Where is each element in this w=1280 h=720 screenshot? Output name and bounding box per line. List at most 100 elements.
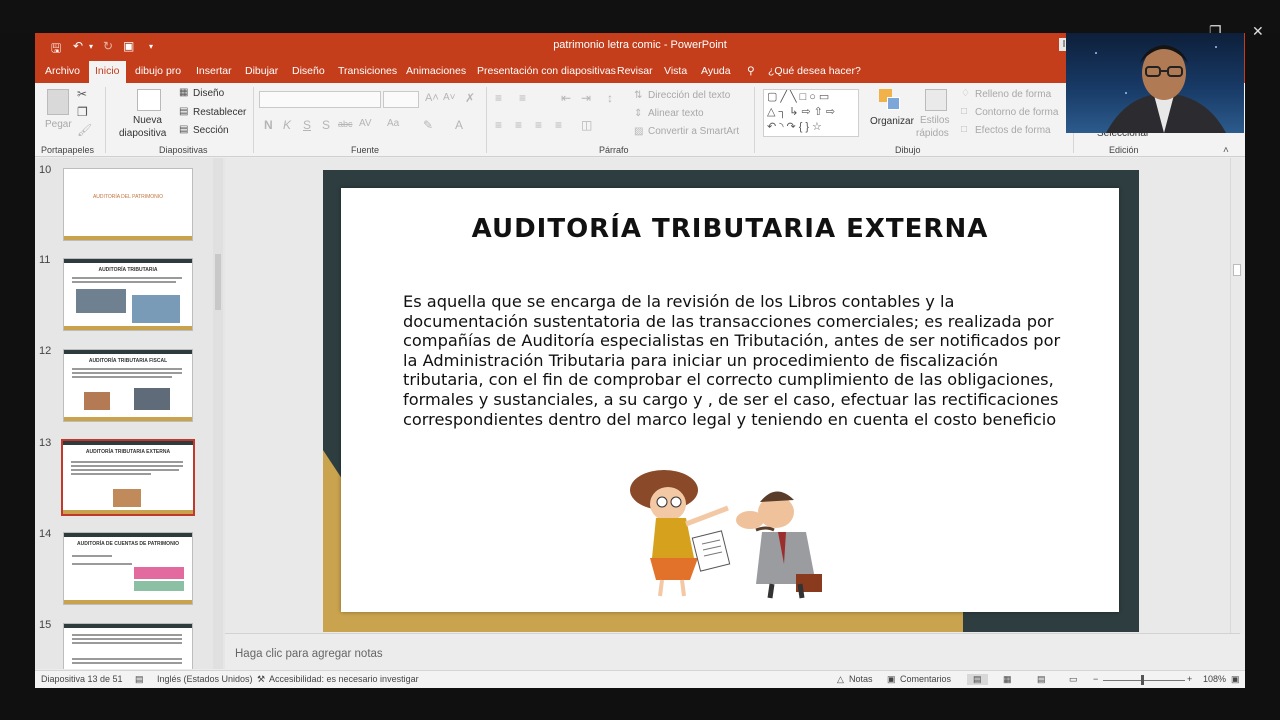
shape-effects-button[interactable]: Efectos de forma <box>975 125 1051 136</box>
tab-presentacion[interactable]: Presentación con diapositivas <box>477 65 616 77</box>
numbering-icon[interactable]: ≡ <box>519 91 526 105</box>
shape-fill-button[interactable]: Relleno de forma <box>975 89 1051 100</box>
layout-icon: ▦ <box>179 87 189 98</box>
underline-icon[interactable]: S <box>303 118 311 132</box>
auditors-illustration[interactable] <box>616 468 846 603</box>
notes-icon: △ <box>837 674 844 684</box>
tab-revisar[interactable]: Revisar <box>617 65 653 77</box>
zoom-out-icon[interactable]: − <box>1093 674 1098 684</box>
smartart-button[interactable]: Convertir a SmartArt <box>648 126 739 137</box>
cut-icon[interactable]: ✂ <box>77 87 87 101</box>
slideshow-icon[interactable]: ▭ <box>1069 674 1078 685</box>
tab-inicio[interactable]: Inicio <box>89 61 126 83</box>
tab-ayuda[interactable]: Ayuda <box>701 65 731 77</box>
font-size-combo[interactable] <box>383 91 419 108</box>
align-center-icon[interactable]: ≡ <box>515 118 522 132</box>
accessibility-status[interactable]: Accesibilidad: es necesario investigar <box>269 674 419 684</box>
tab-transiciones[interactable]: Transiciones <box>338 65 397 77</box>
copy-icon[interactable]: ❐ <box>77 105 88 119</box>
char-spacing-icon[interactable]: AV <box>359 118 372 129</box>
slide-thumbnail-selected[interactable]: AUDITORÍA TRIBUTARIA EXTERNA <box>61 439 195 516</box>
slide-thumbnail[interactable]: AUDITORÍA TRIBUTARIA FISCAL <box>63 349 193 422</box>
webcam-overlay <box>1066 33 1244 133</box>
layout-button[interactable]: Diseño <box>193 88 224 99</box>
notes-pane[interactable]: Haga clic para agregar notas <box>225 633 1240 669</box>
decrease-indent-icon[interactable]: ⇤ <box>561 91 571 105</box>
text-direction-button[interactable]: Dirección del texto <box>648 90 730 101</box>
language-status[interactable]: Inglés (Estados Unidos) <box>157 674 253 684</box>
thumbnails-scrollbar[interactable] <box>213 158 223 669</box>
zoom-level[interactable]: 108% <box>1203 674 1226 684</box>
tab-dibujar[interactable]: Dibujar <box>245 65 278 77</box>
new-slide-icon[interactable] <box>137 89 161 111</box>
reading-view-icon[interactable]: ▤ <box>1037 674 1046 685</box>
notes-toggle[interactable]: Notas <box>849 674 873 684</box>
highlight-icon[interactable]: ✎ <box>423 118 433 132</box>
slide-sorter-icon[interactable]: ▦ <box>1003 674 1012 685</box>
justify-icon[interactable]: ≡ <box>555 118 562 132</box>
strikethrough-icon[interactable]: abc <box>338 119 353 129</box>
slide-scrollbar[interactable] <box>1230 158 1242 633</box>
normal-view-icon[interactable]: ▤ <box>967 674 988 685</box>
zoom-in-icon[interactable]: + <box>1187 674 1192 684</box>
shape-outline-icon: □ <box>961 106 968 117</box>
quick-styles-label-2[interactable]: rápidos <box>916 128 949 139</box>
change-case-icon[interactable]: Aa <box>387 118 399 129</box>
increase-font-icon[interactable]: A˄ <box>425 92 439 104</box>
shape-outline-button[interactable]: Contorno de forma <box>975 107 1058 118</box>
tab-animaciones[interactable]: Animaciones <box>406 65 466 77</box>
quick-styles-label-1[interactable]: Estilos <box>920 115 949 126</box>
format-painter-icon[interactable]: 🖌 <box>77 123 92 137</box>
fit-slide-icon[interactable]: ▣ <box>1231 674 1240 685</box>
align-left-icon[interactable]: ≡ <box>495 118 502 132</box>
paste-icon[interactable] <box>47 89 69 115</box>
italic-icon[interactable]: K <box>283 118 291 132</box>
tab-archivo[interactable]: Archivo <box>45 65 80 77</box>
tab-diseno[interactable]: Diseño <box>292 65 325 77</box>
slide-thumbnail[interactable] <box>63 623 193 669</box>
arrange-icon[interactable] <box>879 89 901 111</box>
slide-background: AUDITORÍA TRIBUTARIA EXTERNA Es aquella … <box>323 170 1139 632</box>
zoom-slider[interactable] <box>1103 680 1185 681</box>
bold-icon[interactable]: N <box>264 118 273 132</box>
group-label-paragraph: Párrafo <box>599 145 629 155</box>
font-name-combo[interactable] <box>259 91 381 108</box>
clear-formatting-icon[interactable]: ✗ <box>465 91 475 105</box>
tell-me-search[interactable]: ¿Qué desea hacer? <box>768 65 861 77</box>
spellcheck-icon[interactable]: ▤ <box>135 674 144 685</box>
shadow-icon[interactable]: S <box>322 118 330 132</box>
thumb-title: AUDITORÍA DEL PATRIMONIO <box>92 194 164 200</box>
thumb-title: AUDITORÍA TRIBUTARIA <box>98 267 158 273</box>
collapse-ribbon-icon[interactable]: ˄ <box>1223 145 1229 156</box>
increase-indent-icon[interactable]: ⇥ <box>581 91 591 105</box>
shapes-gallery[interactable]: ▢╱╲□○▭ △┐↳⇨⇧⇨ ↶◝↷{}☆ <box>763 89 859 137</box>
quick-styles-icon[interactable] <box>925 89 947 111</box>
current-slide[interactable]: AUDITORÍA TRIBUTARIA EXTERNA Es aquella … <box>341 188 1119 612</box>
new-slide-label-1[interactable]: Nueva <box>133 115 162 126</box>
reset-button[interactable]: Restablecer <box>193 107 246 118</box>
align-right-icon[interactable]: ≡ <box>535 118 542 132</box>
paste-button-label[interactable]: Pegar <box>45 119 72 130</box>
zoom-slider-thumb[interactable] <box>1141 675 1144 685</box>
slide-thumbnail[interactable]: AUDITORÍA TRIBUTARIA <box>63 258 193 331</box>
notes-placeholder[interactable]: Haga clic para agregar notas <box>235 648 383 660</box>
group-label-clipboard: Portapapeles <box>41 145 95 155</box>
slide-title[interactable]: AUDITORÍA TRIBUTARIA EXTERNA <box>341 214 1119 244</box>
decrease-font-icon[interactable]: A˅ <box>443 92 456 103</box>
slide-body-text[interactable]: Es aquella que se encarga de la revisión… <box>403 292 1063 429</box>
close-icon[interactable]: ✕ <box>1252 24 1264 38</box>
font-color-icon[interactable]: A <box>455 118 463 132</box>
slide-thumbnail[interactable]: AUDITORÍA DEL PATRIMONIO <box>63 168 193 241</box>
tab-vista[interactable]: Vista <box>664 65 687 77</box>
bullets-icon[interactable]: ≡ <box>495 91 502 105</box>
arrange-button[interactable]: Organizar <box>870 116 914 127</box>
new-slide-label-2[interactable]: diapositiva <box>119 128 166 139</box>
line-spacing-icon[interactable]: ↕ <box>607 91 613 105</box>
slide-thumbnail[interactable]: AUDITORÍA DE CUENTAS DE PATRIMONIO <box>63 532 193 605</box>
columns-icon[interactable]: ◫ <box>581 118 592 132</box>
section-button[interactable]: Sección <box>193 125 229 136</box>
tab-insertar[interactable]: Insertar <box>196 65 232 77</box>
tab-dibujo-pro[interactable]: dibujo pro <box>135 65 181 77</box>
comments-toggle[interactable]: Comentarios <box>900 674 951 684</box>
align-text-button[interactable]: Alinear texto <box>648 108 704 119</box>
